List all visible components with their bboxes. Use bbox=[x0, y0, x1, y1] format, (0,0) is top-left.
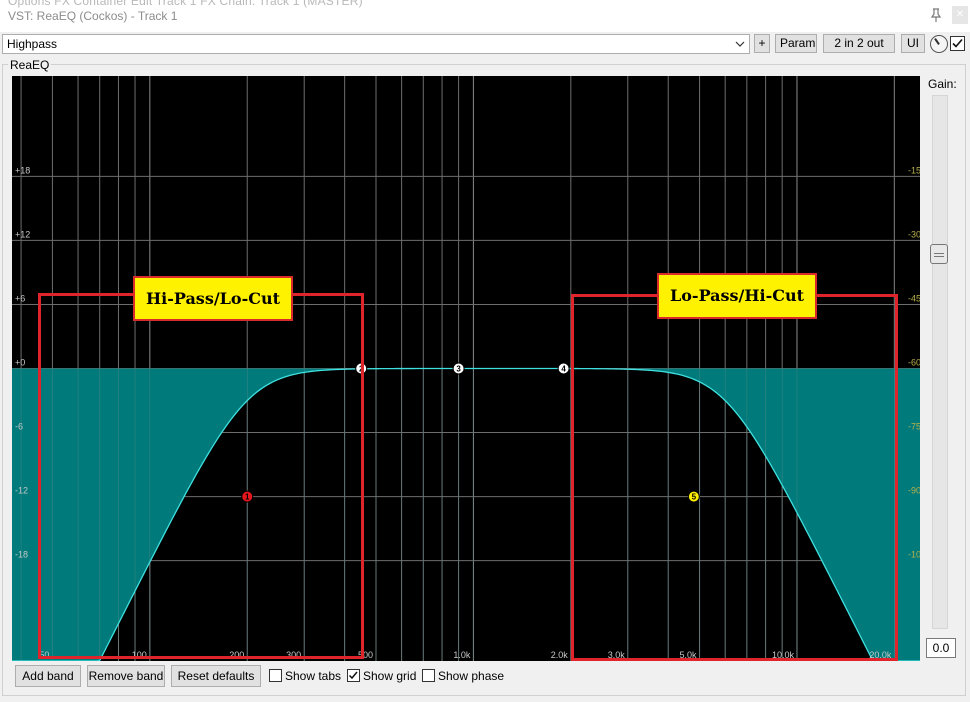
chevron-down-icon bbox=[735, 41, 745, 47]
band-node-label: 4 bbox=[561, 365, 566, 374]
checkmark-icon bbox=[348, 671, 358, 680]
gain-label: Gain: bbox=[928, 77, 957, 91]
param-button[interactable]: Param bbox=[775, 34, 817, 53]
show-tabs-checkbox[interactable] bbox=[269, 669, 282, 682]
reset-defaults-button[interactable]: Reset defaults bbox=[171, 665, 261, 687]
freq-label: 2.0k bbox=[551, 650, 569, 660]
menu-bar[interactable]: Options FX Container Edit Track 1 FX Cha… bbox=[8, 0, 363, 8]
db-label-right: -90 bbox=[908, 486, 920, 496]
db-label-left: -18 bbox=[15, 550, 28, 560]
band-node-label: 3 bbox=[456, 365, 461, 374]
panel-label: ReaEQ bbox=[8, 58, 52, 72]
db-label-right: -45 bbox=[908, 293, 920, 303]
db-label-left: -12 bbox=[15, 486, 28, 496]
hipass-callout: Hi-Pass/Lo-Cut bbox=[133, 276, 293, 321]
bypass-checkbox[interactable] bbox=[950, 36, 965, 51]
show-phase-label: Show phase bbox=[438, 669, 505, 683]
add-band-button[interactable]: Add band bbox=[15, 665, 81, 687]
title-bar: Options FX Container Edit Track 1 FX Cha… bbox=[0, 0, 970, 32]
show-grid-checkbox[interactable] bbox=[347, 669, 360, 682]
freq-label: 1.0k bbox=[453, 650, 471, 660]
preset-select[interactable]: Highpass bbox=[2, 34, 750, 54]
hipass-region-box bbox=[38, 293, 364, 659]
add-preset-button[interactable]: + bbox=[754, 34, 770, 53]
db-label-right: -15 bbox=[908, 165, 920, 175]
lopass-callout: Lo-Pass/Hi-Cut bbox=[657, 273, 817, 319]
pin-icon[interactable] bbox=[928, 7, 944, 23]
db-label-left: +0 bbox=[15, 358, 25, 368]
db-label-left: +18 bbox=[15, 165, 30, 175]
gain-value-field[interactable]: 0.0 bbox=[926, 638, 956, 658]
io-button[interactable]: 2 in 2 out bbox=[823, 34, 895, 53]
db-label-right: -30 bbox=[908, 229, 920, 239]
show-grid-label: Show grid bbox=[363, 669, 417, 683]
preset-value: Highpass bbox=[7, 37, 58, 51]
close-icon[interactable]: ✕ bbox=[952, 6, 968, 24]
toolbar: Highpass + Param 2 in 2 out UI bbox=[0, 32, 970, 56]
checkmark-icon bbox=[952, 38, 963, 48]
remove-band-button[interactable]: Remove band bbox=[87, 665, 165, 687]
show-phase-checkbox[interactable] bbox=[422, 669, 435, 682]
show-tabs-label: Show tabs bbox=[285, 669, 342, 683]
wet-knob[interactable] bbox=[930, 35, 948, 53]
lopass-region-box bbox=[571, 294, 898, 661]
db-label-right: -75 bbox=[908, 422, 920, 432]
db-label-left: -6 bbox=[15, 422, 23, 432]
db-label-right: -60 bbox=[908, 358, 920, 368]
window-title: VST: ReaEQ (Cockos) - Track 1 bbox=[8, 9, 178, 23]
db-label-left: +12 bbox=[15, 229, 30, 239]
ui-button[interactable]: UI bbox=[901, 34, 925, 53]
db-label-left: +6 bbox=[15, 293, 25, 303]
gain-slider-track[interactable] bbox=[932, 95, 948, 629]
db-label-right: -105 bbox=[908, 550, 920, 560]
gain-slider-thumb[interactable] bbox=[930, 244, 948, 265]
